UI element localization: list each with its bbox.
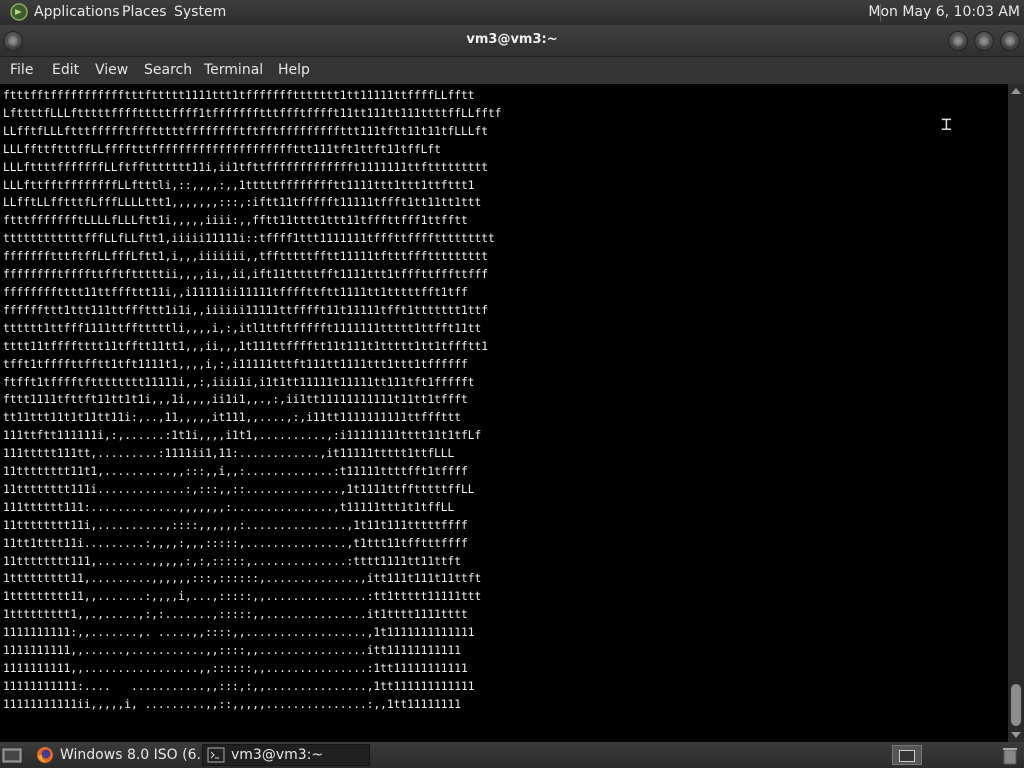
- terminal-line: LLLfttfftffffffffLLftttli,::,,,,:,,1tttt…: [3, 178, 475, 192]
- menu-edit[interactable]: Edit: [52, 62, 79, 78]
- terminal-line: 11111111111ii,,,,,i, .........,,::,,,,,.…: [3, 697, 462, 711]
- places-menu[interactable]: Places: [122, 4, 167, 20]
- terminal-line: fffffffftffffttfftftttttii,,,,ii,,ii,ift…: [3, 268, 488, 282]
- terminal-menubar: File Edit View Search Terminal Help: [0, 57, 1024, 84]
- terminal-line: 11tttttttt111i.............:,:::,,::....…: [3, 482, 475, 496]
- terminal-line: 1ttttttttt11,.........,,,,,,:::,::::::,.…: [3, 572, 482, 586]
- terminal-line: ttttttttttttfffLLfLLftt1,iiiii11111i::tf…: [3, 232, 495, 246]
- terminal-line: 1111111111,,......,...........,,::::,,..…: [3, 644, 462, 658]
- menu-terminal[interactable]: Terminal: [204, 62, 263, 78]
- menu-help[interactable]: Help: [278, 62, 310, 78]
- terminal-line: tt11ttt11t1t11tt11i:,..,11,,,,,it111,,..…: [3, 411, 462, 425]
- terminal-line: 11tt1tttt11i.........:,,,,:,,,:::::,....…: [3, 536, 468, 550]
- applications-menu[interactable]: Applications: [10, 3, 120, 21]
- task-label: vm3@vm3:~: [231, 747, 324, 763]
- scroll-down-icon[interactable]: [1011, 732, 1021, 738]
- terminal-line: 11tttttttt11t1,..........,,:::,,i,,:....…: [3, 465, 468, 479]
- terminal-line: 111ttttt111tt,.........:1111ii1,11:.....…: [3, 447, 455, 461]
- terminal-line: 1ttttttttt1,,.,.....,:,:.......,:::::,,.…: [3, 608, 468, 622]
- terminal-line: 1111111111,,.................,,::::::,,.…: [3, 662, 468, 675]
- scroll-up-icon[interactable]: [1011, 88, 1021, 94]
- terminal-line: LLfftfLLLftttffffftffftttttfffffffftftff…: [3, 124, 488, 138]
- terminal-line: fttt1111tfttft11tt1t1i,,,1i,,,,ii1i1,,.,…: [3, 393, 468, 407]
- terminal-output[interactable]: ftttfftffffffffffftttfttttt1111ttt1tffff…: [0, 84, 1008, 742]
- terminal-line: 11tttttttt11i,..........,::::,,,,,,:....…: [3, 518, 468, 532]
- scrollbar-thumb[interactable]: [1011, 684, 1021, 726]
- terminal-line: 11111111111:.... ...........,,:::,:,,...…: [3, 679, 475, 693]
- task-label: Windows 8.0 ISO (6...: [60, 747, 200, 763]
- terminal-scrollbar[interactable]: [1008, 84, 1024, 742]
- maximize-icon[interactable]: [974, 31, 994, 51]
- firefox-icon: [37, 747, 53, 763]
- mate-logo-icon: [10, 3, 28, 21]
- close-icon[interactable]: [1000, 31, 1020, 51]
- terminal-line: LfttttfLLLftttttfffftttttffff1tffffffftt…: [3, 106, 502, 120]
- terminal-line: LLLffttftttffLLfffftttffffffffffffffffff…: [3, 142, 441, 156]
- window-title: vm3@vm3:~: [466, 32, 558, 47]
- terminal-text: ftttfftffffffffffftttfttttt1111ttt1tffff…: [0, 84, 1008, 714]
- terminal-line: 11tttttttt111,........,,,,,:,:,:::::,...…: [3, 554, 462, 568]
- terminal-line: 1111111111:,,.......,. .....,,::::,,....…: [3, 626, 475, 640]
- terminal-line: tttttt1ttfff1111ttfftttttli,,,,i,:,itl1t…: [3, 321, 482, 335]
- top-panel: Applications Places System Mon May 6, 10…: [0, 0, 1024, 25]
- terminal-line: tttt11tfffftttt11tfftt11tt1,,,ii,,,1t111…: [3, 339, 488, 353]
- menu-search[interactable]: Search: [144, 62, 192, 78]
- terminal-line: ffffffttt1ttt111ttfffttt1i1i,,iiiiii1111…: [3, 303, 488, 317]
- task-firefox[interactable]: Windows 8.0 ISO (6...: [32, 744, 200, 766]
- terminal-line: 111tttttt111:.............,,,,,,,:......…: [3, 500, 455, 514]
- task-terminal[interactable]: vm3@vm3:~: [202, 744, 370, 766]
- terminal-line: LLfftLLfftttfLfffLLLLttt1,,,,,,,:::,:ift…: [3, 196, 482, 210]
- trash-icon[interactable]: [1001, 745, 1019, 765]
- clock[interactable]: Mon May 6, 10:03 AM: [868, 4, 1020, 20]
- terminal-line: fffffffftttt11ttfffttt11i,,i11111ii11111…: [3, 285, 468, 299]
- workspace-switcher[interactable]: [892, 745, 922, 765]
- terminal-line: 111ttftt111111i,:,......:1t1i,,,,i1t1,..…: [3, 429, 482, 443]
- applications-menu-label: Applications: [34, 4, 120, 20]
- terminal-line: ftttfftffffffffffftttfttttt1111ttt1tffff…: [3, 89, 475, 102]
- menu-view[interactable]: View: [95, 62, 128, 78]
- terminal-line: ftttffffffftLLLLfLLLftt1i,,,,,iiii:,,fft…: [3, 214, 468, 228]
- menu-file[interactable]: File: [10, 62, 33, 78]
- bottom-panel: Windows 8.0 ISO (6... vm3@vm3:~: [0, 742, 1024, 768]
- terminal-line: ftfft1tfffftftttttttt11111i,,:,iiii1i,i1…: [3, 375, 475, 389]
- terminal-line: tfft1tffffttfftt1tft1111t1,,,,i,:,i11111…: [3, 357, 468, 371]
- window-titlebar[interactable]: vm3@vm3:~: [0, 25, 1024, 57]
- terminal-icon: [207, 747, 225, 763]
- terminal-line: 1ttttttttt11,,.......:,,,,i,...,:::::,,.…: [3, 590, 482, 604]
- text-cursor-icon: ⌶: [941, 114, 952, 135]
- show-desktop-icon[interactable]: [2, 746, 22, 764]
- terminal-line: LLLfttttfffffffLLftffttttttt11i,ii1tfttf…: [3, 160, 488, 174]
- terminal-line: ffffffftttftffLLfffLftt1,i,,,iiiiiii,,tf…: [3, 250, 488, 264]
- system-menu[interactable]: System: [174, 4, 226, 20]
- minimize-icon[interactable]: [948, 31, 968, 51]
